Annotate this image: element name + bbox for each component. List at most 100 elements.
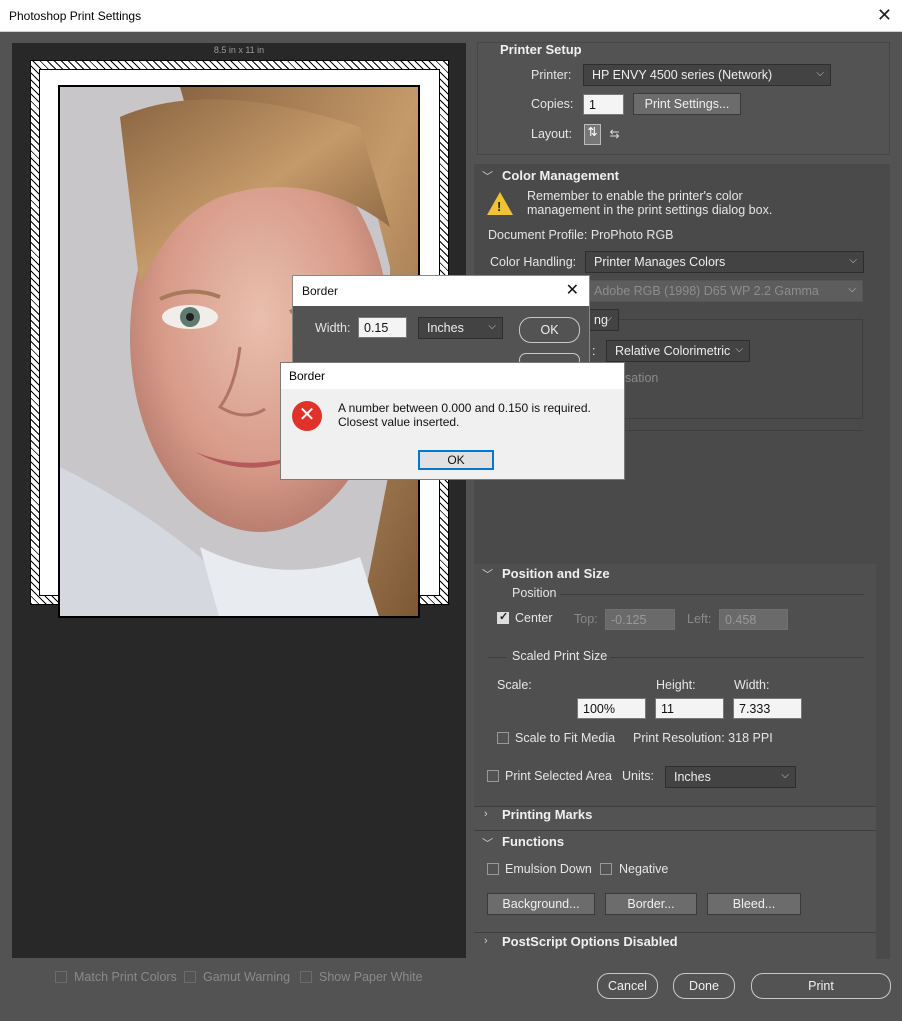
postscript-header[interactable]: PostScript Options Disabled bbox=[502, 934, 678, 949]
divider bbox=[474, 830, 876, 831]
negative-label: Negative bbox=[619, 862, 669, 876]
border-dialog: Border ✕ Width: 0.15 Inches ⌵ OK bbox=[292, 275, 590, 375]
print-selected-area-checkbox[interactable] bbox=[487, 770, 499, 782]
negative-checkbox[interactable] bbox=[600, 863, 612, 875]
divider bbox=[610, 657, 864, 658]
scale-to-fit-label: Scale to Fit Media bbox=[515, 731, 616, 745]
printer-setup-header: Printer Setup bbox=[500, 42, 582, 57]
units-label: Units: bbox=[622, 769, 654, 783]
chevron-down-icon: ⌵ bbox=[488, 321, 496, 332]
match-print-colors-checkbox[interactable] bbox=[55, 971, 67, 983]
done-button[interactable]: Done bbox=[673, 973, 735, 999]
border-button[interactable]: Border... bbox=[605, 893, 697, 915]
match-print-colors-label: Match Print Colors bbox=[74, 970, 177, 984]
background-button[interactable]: Background... bbox=[487, 893, 595, 915]
scrollbar[interactable] bbox=[876, 164, 890, 959]
border-width-label: Width: bbox=[315, 321, 351, 335]
divider bbox=[560, 594, 864, 595]
chevron-down-icon: ⌵ bbox=[849, 255, 857, 266]
rendering-intent-select[interactable]: Relative Colorimetric ⌵ bbox=[606, 340, 750, 362]
functions-header[interactable]: Functions bbox=[502, 834, 564, 849]
print-button[interactable]: Print bbox=[751, 973, 891, 999]
printer-profile-value: Adobe RGB (1998) D65 WP 2.2 Gamma bbox=[594, 284, 819, 298]
scale-input[interactable]: 100% bbox=[577, 698, 646, 719]
chevron-down-icon[interactable]: ﹀ bbox=[482, 835, 493, 851]
paper-size-label: 8.5 in x 11 in bbox=[213, 45, 265, 55]
close-icon[interactable]: ✕ bbox=[877, 5, 892, 26]
printing-marks-header[interactable]: Printing Marks bbox=[502, 807, 592, 822]
error-icon: ✕ bbox=[292, 401, 322, 431]
border-width-input[interactable]: 0.15 bbox=[358, 317, 407, 338]
border-units-select[interactable]: Inches ⌵ bbox=[418, 317, 503, 339]
scaled-print-size-label: Scaled Print Size bbox=[512, 649, 608, 663]
color-handling-label: Color Handling: bbox=[490, 255, 577, 269]
border-dialog-title: Border bbox=[302, 284, 339, 298]
color-warning-text: Remember to enable the printer's color m… bbox=[527, 189, 773, 217]
height-label: Height: bbox=[656, 678, 696, 692]
bleed-button[interactable]: Bleed... bbox=[707, 893, 801, 915]
scale-to-fit-checkbox[interactable] bbox=[497, 732, 509, 744]
alert-message-line1: A number between 0.000 and 0.150 is requ… bbox=[338, 401, 591, 415]
top-label: Top: bbox=[574, 612, 598, 626]
gamut-warning-checkbox[interactable] bbox=[184, 971, 196, 983]
printer-profile-select[interactable]: Adobe RGB (1998) D65 WP 2.2 Gamma ⌵ bbox=[585, 280, 863, 302]
border-dialog-titlebar: Border ✕ bbox=[293, 276, 589, 306]
chevron-down-icon[interactable]: ﹀ bbox=[482, 566, 493, 582]
layout-label: Layout: bbox=[531, 127, 573, 141]
gamut-warning-label: Gamut Warning bbox=[203, 970, 291, 984]
left-label: Left: bbox=[687, 612, 712, 626]
print-settings-button[interactable]: Print Settings... bbox=[633, 93, 741, 115]
center-label: Center bbox=[515, 611, 553, 625]
height-input[interactable]: 11 bbox=[655, 698, 724, 719]
document-profile-text: Document Profile: ProPhoto RGB bbox=[488, 228, 674, 242]
alert-dialog: Border ✕ A number between 0.000 and 0.15… bbox=[280, 362, 625, 480]
color-handling-select[interactable]: Printer Manages Colors ⌵ bbox=[585, 251, 864, 273]
alert-dialog-titlebar: Border bbox=[281, 363, 624, 389]
position-size-header[interactable]: Position and Size bbox=[502, 566, 610, 581]
units-select[interactable]: Inches ⌵ bbox=[665, 766, 796, 788]
portrait-layout-icon[interactable]: ⇅ bbox=[584, 124, 601, 145]
printer-label: Printer: bbox=[531, 68, 572, 82]
color-management-header[interactable]: Color Management bbox=[502, 168, 619, 183]
print-resolution-text: Print Resolution: 318 PPI bbox=[633, 731, 773, 745]
close-icon[interactable]: ✕ bbox=[566, 280, 579, 300]
chevron-right-icon[interactable]: › bbox=[484, 935, 488, 947]
left-input[interactable]: 0.458 bbox=[719, 609, 788, 630]
show-paper-white-label: Show Paper White bbox=[319, 970, 423, 984]
divider bbox=[474, 932, 876, 933]
top-input[interactable]: -0.125 bbox=[605, 609, 675, 630]
copies-input[interactable]: 1 bbox=[583, 94, 624, 115]
bpc-label: sation bbox=[625, 371, 659, 385]
border-units-value: Inches bbox=[427, 321, 464, 335]
cancel-button[interactable]: Cancel bbox=[597, 973, 658, 999]
window-titlebar: Photoshop Print Settings ✕ bbox=[0, 0, 902, 32]
emulsion-down-checkbox[interactable] bbox=[487, 863, 499, 875]
chevron-down-icon: ⌵ bbox=[735, 344, 743, 355]
center-checkbox[interactable] bbox=[497, 610, 509, 624]
show-paper-white-checkbox[interactable] bbox=[300, 971, 312, 983]
width-input[interactable]: 7.333 bbox=[733, 698, 802, 719]
alert-ok-button[interactable]: OK bbox=[418, 450, 494, 470]
chevron-down-icon[interactable]: ﹀ bbox=[482, 168, 493, 184]
printer-select[interactable]: HP ENVY 4500 series (Network) ⌵ bbox=[583, 64, 831, 86]
rendering-intent-value: Relative Colorimetric bbox=[615, 344, 731, 358]
alert-message-line2: Closest value inserted. bbox=[338, 415, 460, 429]
chevron-down-icon: ⌵ bbox=[816, 68, 824, 79]
alert-dialog-title: Border bbox=[289, 369, 326, 383]
border-ok-button[interactable]: OK bbox=[519, 317, 580, 343]
printer-select-value: HP ENVY 4500 series (Network) bbox=[592, 68, 773, 82]
position-group-label: Position bbox=[512, 586, 557, 600]
window-title: Photoshop Print Settings bbox=[9, 9, 142, 23]
warning-icon-mark: ! bbox=[497, 199, 502, 214]
landscape-layout-icon[interactable]: ⇆ bbox=[606, 127, 623, 142]
proofing-select[interactable]: ng ⌵ bbox=[585, 309, 619, 331]
emulsion-down-label: Emulsion Down bbox=[505, 862, 592, 876]
chevron-down-icon: ⌵ bbox=[781, 770, 789, 781]
chevron-down-icon: ⌵ bbox=[604, 313, 612, 324]
rendering-intent-label: : bbox=[592, 344, 596, 358]
width-label: Width: bbox=[734, 678, 770, 692]
chevron-down-icon: ⌵ bbox=[848, 284, 856, 295]
divider bbox=[488, 657, 506, 658]
print-preview: 8.5 in x 11 in bbox=[12, 43, 466, 958]
chevron-right-icon[interactable]: › bbox=[484, 808, 488, 820]
